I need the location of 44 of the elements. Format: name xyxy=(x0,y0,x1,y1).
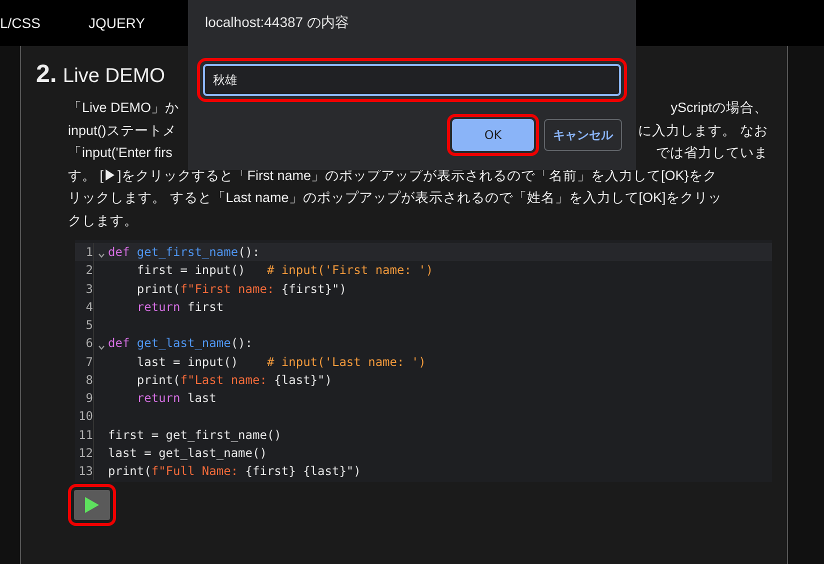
code-line: return first xyxy=(136,298,224,316)
input-field[interactable]: 秋雄 xyxy=(203,64,621,96)
code-line: print(f"Full Name: {first} {last}") xyxy=(108,463,361,480)
paragraph-fragment: では省力していま xyxy=(656,144,768,162)
line-number: 10 xyxy=(75,407,94,426)
ok-button[interactable]: OK xyxy=(452,119,534,151)
code-line: last = input() # input('Last name: ') xyxy=(136,354,426,370)
paragraph-fragment: input()ステートメ xyxy=(68,122,176,140)
line-number: 9 xyxy=(75,389,94,408)
run-button[interactable] xyxy=(74,490,110,520)
section-number: 2. xyxy=(36,60,57,89)
paragraph-fragment: yScriptの場合、 xyxy=(670,99,768,117)
code-line: first = input() # input('First name: ') xyxy=(136,262,434,280)
section-title: Live DEMO xyxy=(62,65,166,88)
code-line: return last xyxy=(136,390,216,407)
play-icon xyxy=(84,496,100,514)
line-number: 13 xyxy=(75,462,94,480)
code-line: print(f"First name: {first}") xyxy=(136,280,346,298)
line-number: 6 xyxy=(75,334,94,352)
line-number: 1 xyxy=(75,243,94,262)
cancel-button[interactable]: キャンセル xyxy=(544,119,622,151)
code-line: print(f"Last name: {last}") xyxy=(136,372,332,389)
line-number: 5 xyxy=(75,316,94,334)
paragraph-fragment: に入力します。 なお xyxy=(638,122,768,140)
line-number: 11 xyxy=(75,426,94,444)
paragraph-line: クします。 xyxy=(68,212,139,230)
line-number: 8 xyxy=(75,370,94,389)
fold-chevron-icon[interactable] xyxy=(98,344,104,350)
paragraph-fragment: 「input('Enter firs xyxy=(68,144,172,162)
dialog-title: localhost:44387 の内容 xyxy=(205,14,350,32)
code-line: first = get_first_name() xyxy=(108,426,282,444)
line-number: 7 xyxy=(75,352,94,371)
paragraph-line: リックします。 すると「Last name」のポップアップが表示されるので「姓名」を入力して[OK]をクリッ xyxy=(68,189,723,207)
line-number: 3 xyxy=(75,280,94,298)
paragraph-fragment: 「Live DEMO」か xyxy=(68,99,180,117)
line-number: 2 xyxy=(75,261,94,280)
code-line: def get_first_name(): xyxy=(108,244,260,261)
nav-link[interactable]: JQUERY xyxy=(88,15,146,31)
line-number: 12 xyxy=(75,444,94,462)
fold-chevron-icon[interactable] xyxy=(98,253,104,258)
line-number: 4 xyxy=(75,298,94,316)
code-line: last = get_last_name() xyxy=(108,444,267,462)
code-line: def get_last_name(): xyxy=(108,335,253,352)
nav-link[interactable]: L/CSS xyxy=(0,15,40,31)
